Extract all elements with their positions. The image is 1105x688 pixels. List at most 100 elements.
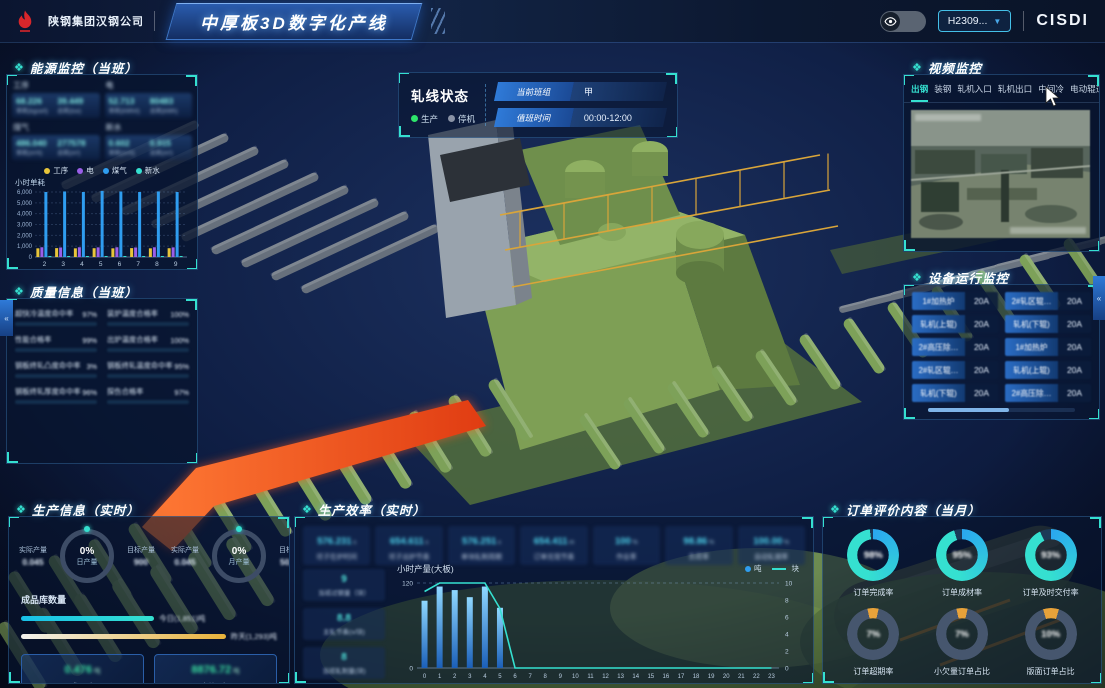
energy-group: 新水0.602单耗(m³/t)0.915总耗(m³) [105,122,193,160]
quality-panel: 超快冷温度命中率97%装炉温度合格率100%性能合格率99%出炉温度合格率100… [6,298,198,464]
gauge-right-label: 目标产量 [271,545,290,555]
collapse-panel-tab[interactable]: « [0,300,13,336]
quality-value: 99% [82,336,97,345]
donut-label: 订单及时交付率 [1023,587,1079,598]
line-status-panel: 轧线状态 生产停机 当前班组甲值班时间00:00-12:00 [398,72,678,138]
camera-tab-4[interactable]: 轧机出口 [998,83,1032,102]
device-label: 轧机(上辊) [912,315,965,333]
device-label: 轧机(下辊) [1005,315,1058,333]
svg-text:6: 6 [118,261,122,268]
camera-tab-1[interactable]: 出钢 [911,83,928,102]
svg-text:2: 2 [785,649,789,656]
gauge-right-label: 目标产量 [119,545,163,555]
production-gauges: 实际产量0.0450%日产量目标产量900实际产量0.0450%月产量目标产量5… [9,517,289,589]
svg-text:7: 7 [136,261,140,268]
inventory-title: 成品库数量 [21,593,277,606]
diamond-icon: ❖ [830,503,841,516]
gauge-left-label: 实际产量 [11,545,55,555]
svg-text:8: 8 [785,598,789,605]
device-current-grid: 1#加热炉20A2#轧区辊…20A轧机(上辊)20A轧机(下辊)20A2#高压除… [904,285,1099,405]
legend-label: 电 [86,165,94,176]
quality-value: 97% [82,310,97,319]
stat-label: 自动轧钢率 [738,551,805,561]
warehouse-card: 0.476吨成品库 [21,654,144,684]
quality-metrics: 超快冷温度命中率97%装炉温度合格率100%性能合格率99%出炉温度合格率100… [7,299,197,414]
svg-text:3: 3 [468,674,472,680]
energy-metrics: 工序68.226单耗(kgce/t)39.449总耗(tce)电52.713单耗… [7,75,197,162]
device-current-value: 20A [1058,361,1091,379]
device-chip: 1#加热炉20A [912,292,998,310]
device-current-value: 20A [1058,384,1091,402]
device-label: 2#轧区辊… [912,361,965,379]
stat-value: 654.611 [390,536,424,547]
donut-value: 10% [1025,608,1077,660]
stat-label: 坯子出炉节奏 [375,551,442,561]
efficiency-side-card: 8.8主轧节奏(s/块) [303,608,385,640]
heat-number-dropdown[interactable]: H2309...▼ [938,10,1012,32]
horizontal-scrollbar[interactable] [928,408,1075,412]
quality-label: 出炉温度合格率 [107,335,158,345]
quality-item: 装炉温度合格率100% [107,309,189,326]
camera-tab-3[interactable]: 轧机入口 [957,83,991,102]
energy-metric: 68.226单耗(kgce/t) [16,96,54,115]
energy-value: 52.713 [109,96,147,106]
quality-item: 超快冷温度命中率97% [15,309,97,326]
efficiency-stats: 576.231 s坯子在炉时间654.611 s坯子出炉节奏576.251 s单… [303,526,805,565]
legend-item: 电 [77,165,94,176]
svg-text:11: 11 [587,674,594,680]
side-stat-value: 9 [303,574,385,585]
diamond-icon: ❖ [14,61,25,74]
camera-tab-2[interactable]: 装钢 [934,83,951,102]
stat-label: 负荷率 [665,551,732,561]
energy-metric: 39.449总耗(tce) [57,96,95,115]
donut-label: 小欠量订单占比 [934,666,990,677]
company-name: 陕钢集团汉钢公司 [48,13,144,29]
stat-value: 576.231 [317,536,351,547]
energy-unit: 总耗(tce) [57,106,95,115]
camera-tab-6[interactable]: 电动辊道 [1070,83,1099,102]
svg-text:0: 0 [29,255,33,261]
svg-text:5: 5 [99,261,103,268]
inventory-bar [21,616,154,621]
mouse-cursor [1044,86,1062,108]
energy-unit: 单耗(kWh/t) [109,106,147,115]
quality-label: 钢板终轧厚度命中率 [15,387,81,397]
energy-group-values: 486.040单耗(m³/t)277578总耗(m³) [12,135,100,160]
order-donut: 10%版面订单占比 [1008,608,1093,677]
video-feed[interactable] [911,110,1090,238]
gauge-dot-icon [236,526,242,532]
side-stat-value: 8 [303,652,385,663]
legend-label: 煤气 [112,165,127,176]
gauge-name: 日产量 [77,557,98,567]
order-donut: 93%订单及时交付率 [1008,529,1093,598]
energy-metric: 80483总耗(kWh) [150,96,188,115]
visibility-toggle[interactable] [880,11,926,32]
gauge-left-value: 0.045 [11,557,55,567]
device-chip: 2#轧区辊…20A [1005,292,1091,310]
legend-dot-icon [44,168,50,174]
energy-unit: 单耗(m³/t) [16,148,54,157]
svg-text:5,000: 5,000 [17,201,33,207]
energy-unit: 单耗(m³/t) [109,148,147,157]
svg-text:3,000: 3,000 [17,223,33,229]
warehouse-label: 板坯库 [155,681,276,684]
device-current-value: 20A [965,338,998,356]
stat-label: 订单兑现节奏 [520,551,587,561]
donut-value: 98% [847,529,899,581]
warehouse-unit: 吨 [94,668,101,675]
efficiency-stat-card: 654.611 s坯子出炉节奏 [375,526,442,565]
video-still [911,110,1090,238]
energy-group: 电52.713单耗(kWh/t)80483总耗(kWh) [105,80,193,118]
collapse-panel-tab[interactable]: « [1093,276,1105,320]
legend-item: 煤气 [103,165,127,176]
legend-label: 新水 [145,165,160,176]
line-status-row: 值班时间00:00-12:00 [496,108,665,127]
device-label: 轧机(上辊) [1005,361,1058,379]
warehouse-stats: 0.476吨成品库8876.72吨板坯库 [21,654,277,684]
production-gauge: 实际产量0.0450%月产量目标产量50,000 [163,529,290,583]
progress-bar [15,322,97,326]
gauge-left-label: 实际产量 [163,545,207,555]
status-row-label: 值班时间 [494,108,574,127]
efficiency-side-stats: 9当班过钢量（块）8.8主轧节奏(s/块)8当班轧制量(块) [303,569,385,679]
dashboard-stage: 陕钢集团汉钢公司 中厚板3D数字化产线 H2309...▼ CISDI ❖能源监… [0,0,1105,688]
